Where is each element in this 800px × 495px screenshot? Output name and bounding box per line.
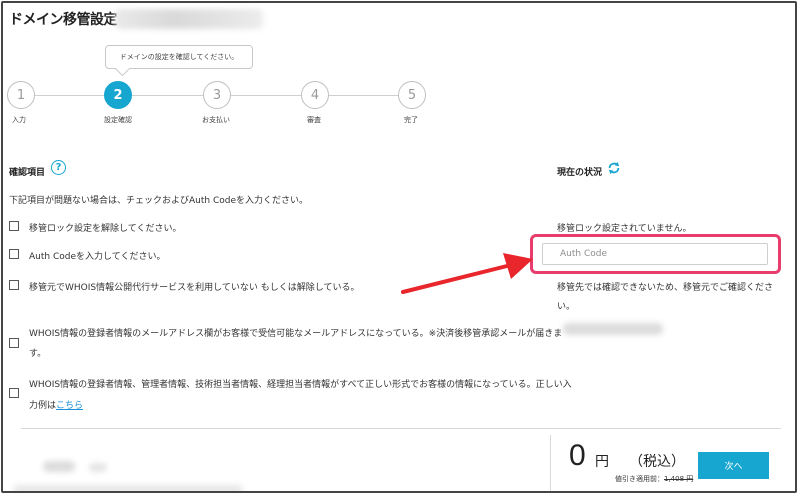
row-whois-info-line1: WHOIS情報の登録者情報、管理者情報、技術担当者情報、経理担当者情報がすべて正…	[29, 380, 572, 390]
status-title: 現在の状況	[557, 168, 603, 178]
status-transfer-lock: 移管ロック設定されていません。	[557, 224, 692, 234]
row-whois-email-line1: WHOIS情報の登録者情報のメールアドレス欄がお客様で受信可能なメールアドレスに…	[29, 329, 563, 339]
price-tax: （税込）	[629, 454, 685, 470]
status-whois-privacy-line2: い。	[557, 302, 576, 312]
annotation-arrow	[401, 253, 533, 294]
page-title: ドメイン移管設定	[9, 12, 118, 28]
step-2-label: 設定確認	[104, 116, 132, 124]
row-whois-privacy-text: 移管元でWHOIS情報公開代行サービスを利用していない もしくは解除している。	[29, 283, 360, 293]
tooltip-text: ドメインの設定を確認してください。	[119, 53, 239, 61]
checkbox-whois-email[interactable]	[9, 338, 19, 348]
redacted-email	[563, 323, 663, 335]
section-title: 確認項目	[9, 168, 46, 178]
redacted-footer-bar	[13, 485, 243, 491]
question-circle-icon[interactable]: ?	[51, 160, 66, 175]
price-amount: 0	[569, 439, 586, 472]
redacted-domain-name	[115, 9, 263, 29]
original-price: 1,408 円	[664, 475, 694, 483]
row-whois-info-line2: 力例はこちら	[29, 401, 84, 411]
footer-divider	[21, 428, 781, 429]
instruction-text: 下記項目が問題ない場合は、チェックおよびAuth Codeを入力ください。	[9, 196, 308, 206]
row-transfer-lock-text: 移管ロック設定を解除してください。	[29, 224, 182, 234]
price-note: 値引き適用前：1,408 円	[615, 475, 694, 483]
row-whois-email-line2: す。	[29, 349, 47, 359]
example-link[interactable]: こちら	[56, 401, 83, 411]
checkbox-auth-code[interactable]	[9, 249, 19, 259]
status-whois-privacy-line1: 移管先では確認できないため、移管元でご確認くださ	[557, 283, 774, 293]
step-5-label: 完了	[404, 116, 418, 124]
step-1-circle: 1	[7, 81, 35, 109]
auth-code-input[interactable]	[542, 243, 768, 265]
step-4-circle: 4	[301, 81, 329, 109]
step-3-circle: 3	[203, 81, 231, 109]
price-unit: 円	[595, 454, 609, 470]
step-4-label: 審査	[307, 116, 321, 124]
row-auth-code-text: Auth Codeを入力してください。	[29, 252, 166, 262]
page-frame: ドメイン移管設定 ドメインの設定を確認してください。 1 2 3 4 5 入力 …	[1, 1, 797, 493]
next-button[interactable]: 次へ	[698, 452, 769, 479]
redacted-footer-value	[89, 463, 107, 472]
checkbox-whois-privacy[interactable]	[9, 280, 19, 290]
step-3-label: お支払い	[202, 116, 230, 124]
step-2-circle: 2	[104, 81, 132, 109]
step-1-label: 入力	[12, 116, 26, 124]
step-5-circle: 5	[398, 81, 426, 109]
auth-code-highlight	[530, 234, 781, 274]
checkbox-whois-info[interactable]	[9, 388, 19, 398]
checkbox-transfer-lock[interactable]	[9, 221, 19, 231]
refresh-icon[interactable]	[607, 161, 621, 175]
redacted-footer-label	[43, 461, 75, 472]
step-tooltip: ドメインの設定を確認してください。	[105, 45, 253, 69]
